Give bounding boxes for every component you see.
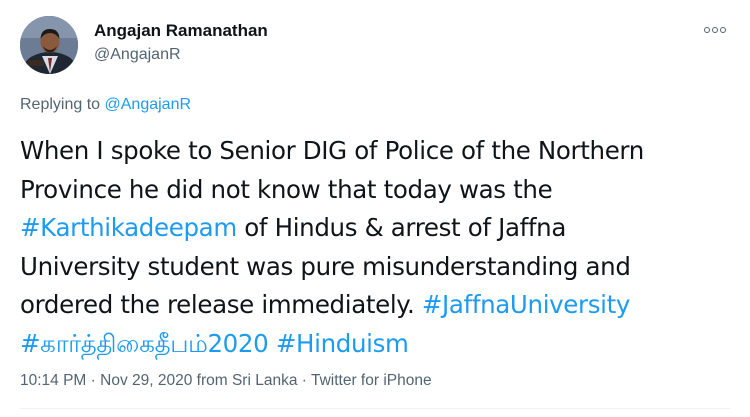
tweet-text-line: Province he did not know that today was …: [20, 174, 553, 204]
separator-dot: ·: [297, 372, 311, 389]
tweet-time-link[interactable]: 10:14 PM: [20, 372, 86, 389]
profile-photo-icon: [20, 16, 78, 74]
tweet-date-link[interactable]: Nov 29, 2020: [100, 372, 192, 389]
tweet-client-link[interactable]: Twitter for iPhone: [311, 372, 432, 389]
dot-icon: [720, 27, 726, 33]
tweet-text-line: University student was pure misunderstan…: [20, 251, 631, 281]
hashtag-link[interactable]: #Karthikadeepam: [20, 213, 237, 242]
separator-dot: ·: [86, 372, 101, 389]
tweet: Angajan Ramanathan @AngajanR Replying to…: [0, 0, 750, 417]
replying-to-handle-link[interactable]: @AngajanR: [105, 96, 192, 113]
tweet-text-line: #Karthikadeepam of Hindus & arrest of Ja…: [20, 209, 720, 248]
tweet-text-segment: [268, 329, 275, 358]
hashtag-link[interactable]: #JaffnaUniversity: [422, 290, 631, 319]
tweet-meta: 10:14 PM · Nov 29, 2020 from Sri Lanka ·…: [20, 372, 432, 390]
tweet-text-segment: of Hindus & arrest of Jaffna: [236, 213, 567, 242]
replying-to-label: Replying to: [20, 96, 105, 113]
replying-to: Replying to @AngajanR: [20, 96, 191, 114]
author-avatar[interactable]: [20, 16, 78, 74]
hashtag-link[interactable]: #கார்த்திகைதீபம்2020: [20, 329, 269, 358]
hashtag-link[interactable]: #Hinduism: [276, 329, 409, 358]
dot-icon: [704, 27, 710, 33]
tweet-text: When I spoke to Senior DIG of Police of …: [20, 132, 720, 363]
author-name[interactable]: Angajan Ramanathan: [94, 21, 268, 41]
author-handle[interactable]: @AngajanR: [94, 46, 181, 64]
dot-icon: [712, 27, 718, 33]
tweet-text-line: #கார்த்திகைதீபம்2020 #Hinduism: [20, 325, 720, 364]
more-options-icon[interactable]: [702, 20, 728, 40]
tweet-text-segment: ordered the release immediately.: [20, 290, 422, 319]
tweet-text-line: When I spoke to Senior DIG of Police of …: [20, 136, 644, 165]
tweet-location: from Sri Lanka: [192, 372, 298, 389]
tweet-text-line: ordered the release immediately. #Jaffna…: [20, 286, 720, 325]
divider: [20, 408, 730, 409]
